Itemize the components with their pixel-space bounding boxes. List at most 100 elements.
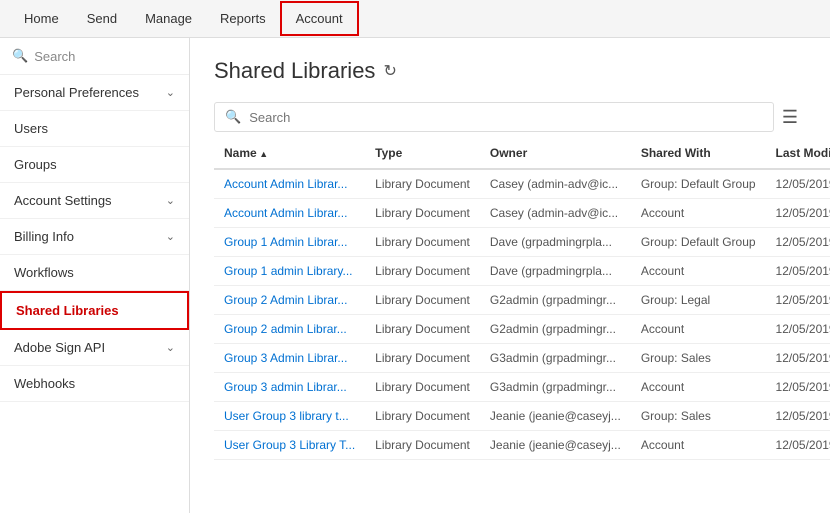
sidebar-item-billing-info[interactable]: Billing Info ⌄ (0, 219, 189, 255)
cell-shared-with: Account (631, 315, 766, 344)
cell-owner: Jeanie (jeanie@caseyj... (480, 402, 631, 431)
menu-icon[interactable]: ☰ (774, 103, 806, 132)
sidebar-item-users[interactable]: Users (0, 111, 189, 147)
sidebar-item-account-settings[interactable]: Account Settings ⌄ (0, 183, 189, 219)
cell-last-mod: 12/05/2019 (766, 431, 830, 460)
table-row: Group 2 admin Librar... Library Document… (214, 315, 830, 344)
cell-name[interactable]: Group 2 Admin Librar... (214, 286, 365, 315)
cell-shared-with: Account (631, 199, 766, 228)
cell-shared-with: Group: Sales (631, 402, 766, 431)
sidebar-item-groups[interactable]: Groups (0, 147, 189, 183)
cell-owner: G3admin (grpadmingr... (480, 373, 631, 402)
cell-name[interactable]: User Group 3 library t... (214, 402, 365, 431)
sidebar-search-label: Search (34, 49, 75, 64)
cell-owner: G2admin (grpadmingr... (480, 315, 631, 344)
cell-name[interactable]: Group 1 Admin Librar... (214, 228, 365, 257)
sidebar: 🔍 Search Personal Preferences ⌄ Users Gr… (0, 38, 190, 513)
table-row: Group 2 Admin Librar... Library Document… (214, 286, 830, 315)
cell-owner: Dave (grpadmingrpla... (480, 257, 631, 286)
cell-last-mod: 12/05/2019 (766, 315, 830, 344)
cell-last-mod: 12/05/2019 (766, 286, 830, 315)
table-row: User Group 3 library t... Library Docume… (214, 402, 830, 431)
sidebar-label-shared-libraries: Shared Libraries (16, 303, 119, 318)
table-row: Group 3 Admin Librar... Library Document… (214, 344, 830, 373)
search-bar[interactable]: 🔍 (214, 102, 774, 132)
cell-type: Library Document (365, 402, 480, 431)
cell-last-mod: 12/05/2019 (766, 402, 830, 431)
cell-last-mod: 12/05/2019 (766, 199, 830, 228)
cell-shared-with: Account (631, 257, 766, 286)
table-row: Account Admin Librar... Library Document… (214, 199, 830, 228)
cell-shared-with: Group: Default Group (631, 169, 766, 199)
cell-name[interactable]: Account Admin Librar... (214, 169, 365, 199)
cell-type: Library Document (365, 431, 480, 460)
cell-last-mod: 12/05/2019 (766, 344, 830, 373)
sidebar-item-personal-preferences[interactable]: Personal Preferences ⌄ (0, 75, 189, 111)
cell-shared-with: Account (631, 373, 766, 402)
chevron-down-icon-4: ⌄ (166, 341, 175, 354)
search-row: 🔍 ☰ (214, 102, 806, 132)
sidebar-item-adobe-sign-api[interactable]: Adobe Sign API ⌄ (0, 330, 189, 366)
cell-shared-with: Group: Legal (631, 286, 766, 315)
cell-type: Library Document (365, 169, 480, 199)
cell-name[interactable]: Group 1 admin Library... (214, 257, 365, 286)
search-icon: 🔍 (12, 48, 28, 64)
nav-manage[interactable]: Manage (131, 3, 206, 34)
page-header: Shared Libraries ↻ (214, 58, 806, 84)
main-content: Shared Libraries ↻ 🔍 ☰ Name Type Owner S… (190, 38, 830, 513)
col-name[interactable]: Name (214, 138, 365, 169)
sidebar-search[interactable]: 🔍 Search (0, 38, 189, 75)
cell-name[interactable]: Group 2 admin Librar... (214, 315, 365, 344)
sidebar-label-groups: Groups (14, 157, 57, 172)
cell-shared-with: Group: Default Group (631, 228, 766, 257)
cell-name[interactable]: Group 3 admin Librar... (214, 373, 365, 402)
cell-type: Library Document (365, 228, 480, 257)
sidebar-label-webhooks: Webhooks (14, 376, 75, 391)
nav-send[interactable]: Send (73, 3, 131, 34)
sidebar-label-adobe-sign-api: Adobe Sign API (14, 340, 105, 355)
sidebar-item-webhooks[interactable]: Webhooks (0, 366, 189, 402)
cell-last-mod: 12/05/2019 (766, 169, 830, 199)
table-row: Group 1 admin Library... Library Documen… (214, 257, 830, 286)
page-title: Shared Libraries (214, 58, 375, 84)
chevron-down-icon-2: ⌄ (166, 194, 175, 207)
search-input[interactable] (249, 110, 763, 125)
sidebar-label-personal-preferences: Personal Preferences (14, 85, 139, 100)
nav-reports[interactable]: Reports (206, 3, 280, 34)
cell-owner: Casey (admin-adv@ic... (480, 169, 631, 199)
col-last-modification[interactable]: Last Modification (766, 138, 830, 169)
table-row: User Group 3 Library T... Library Docume… (214, 431, 830, 460)
cell-owner: Casey (admin-adv@ic... (480, 199, 631, 228)
layout: 🔍 Search Personal Preferences ⌄ Users Gr… (0, 38, 830, 513)
table-row: Group 3 admin Librar... Library Document… (214, 373, 830, 402)
cell-owner: G2admin (grpadmingr... (480, 286, 631, 315)
col-shared-with[interactable]: Shared With (631, 138, 766, 169)
cell-name[interactable]: Account Admin Librar... (214, 199, 365, 228)
cell-type: Library Document (365, 199, 480, 228)
cell-shared-with: Group: Sales (631, 344, 766, 373)
cell-type: Library Document (365, 373, 480, 402)
cell-name[interactable]: Group 3 Admin Librar... (214, 344, 365, 373)
cell-owner: Dave (grpadmingrpla... (480, 228, 631, 257)
top-nav: Home Send Manage Reports Account (0, 0, 830, 38)
cell-last-mod: 12/05/2019 (766, 257, 830, 286)
sidebar-item-workflows[interactable]: Workflows (0, 255, 189, 291)
chevron-down-icon-3: ⌄ (166, 230, 175, 243)
cell-owner: Jeanie (jeanie@caseyj... (480, 431, 631, 460)
cell-shared-with: Account (631, 431, 766, 460)
cell-type: Library Document (365, 315, 480, 344)
nav-home[interactable]: Home (10, 3, 73, 34)
col-owner[interactable]: Owner (480, 138, 631, 169)
cell-owner: G3admin (grpadmingr... (480, 344, 631, 373)
nav-account[interactable]: Account (280, 1, 359, 36)
col-type[interactable]: Type (365, 138, 480, 169)
refresh-icon[interactable]: ↻ (383, 61, 396, 81)
cell-name[interactable]: User Group 3 Library T... (214, 431, 365, 460)
sidebar-label-account-settings: Account Settings (14, 193, 112, 208)
sidebar-item-shared-libraries[interactable]: Shared Libraries (0, 291, 189, 330)
search-icon-main: 🔍 (225, 109, 241, 125)
chevron-down-icon: ⌄ (166, 86, 175, 99)
cell-type: Library Document (365, 344, 480, 373)
table-row: Group 1 Admin Librar... Library Document… (214, 228, 830, 257)
cell-type: Library Document (365, 257, 480, 286)
